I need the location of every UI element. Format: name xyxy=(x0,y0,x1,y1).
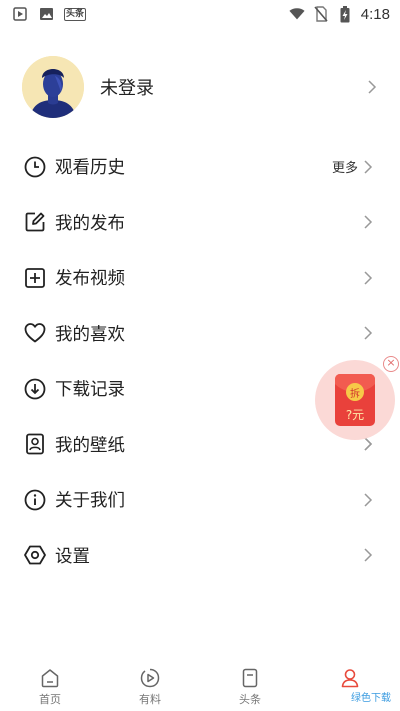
menu-item-arrow xyxy=(362,493,374,507)
home-icon xyxy=(41,669,59,688)
menu-item-label: 设置 xyxy=(55,546,90,567)
red-packet-icon[interactable]: 拆 ?元 xyxy=(335,374,375,426)
no-sim-icon xyxy=(313,6,329,22)
red-packet-float[interactable]: 拆 ?元 × xyxy=(315,354,400,440)
clock-time: 4:18 xyxy=(360,5,390,23)
menu-item-my-posts[interactable]: 我的发布 xyxy=(0,195,400,251)
more-link[interactable]: 更多 xyxy=(332,157,374,176)
avatar[interactable] xyxy=(22,56,84,118)
nav-label: 首页 xyxy=(39,693,61,706)
menu-item-label: 关于我们 xyxy=(55,491,125,512)
info-icon xyxy=(24,489,46,511)
menu-item-about-us[interactable]: 关于我们 xyxy=(0,472,400,528)
wifi-icon xyxy=(289,6,305,22)
menu-item-settings[interactable]: 设置 xyxy=(0,528,400,584)
more-text: 更多 xyxy=(331,161,358,177)
menu-item-arrow xyxy=(362,548,374,562)
menu-item-arrow xyxy=(362,326,374,340)
menu-item-arrow xyxy=(362,271,374,285)
nav-label: 有料 xyxy=(139,693,161,706)
login-status: 未登录 xyxy=(100,78,154,99)
menu-item-arrow xyxy=(362,215,374,229)
menu-item-label: 我的发布 xyxy=(55,213,125,234)
status-right-icons: 4:18 xyxy=(289,5,390,23)
chevron-right-icon xyxy=(364,548,373,562)
chevron-right-icon xyxy=(364,160,373,174)
menu-item-publish-video[interactable]: 发布视频 xyxy=(0,250,400,306)
image-icon xyxy=(38,6,54,22)
red-packet-amount: ?元 xyxy=(345,408,365,422)
menu-item-history[interactable]: 观看历史 更多 xyxy=(0,139,400,195)
nav-label: 头条 xyxy=(239,693,261,706)
settings-icon xyxy=(24,545,46,565)
play-icon xyxy=(12,6,28,22)
close-icon[interactable]: × xyxy=(383,356,399,372)
wallpaper-icon xyxy=(26,433,44,455)
menu-item-label: 我的壁纸 xyxy=(55,435,125,456)
battery-charging-icon xyxy=(337,5,353,22)
chevron-right-icon xyxy=(368,80,377,94)
chevron-right-icon xyxy=(364,493,373,507)
nav-home[interactable]: 首页 xyxy=(0,660,100,711)
menu-item-label: 发布视频 xyxy=(55,269,125,290)
edit-icon xyxy=(25,212,45,232)
clock-icon xyxy=(24,156,46,178)
chevron-right-icon xyxy=(364,215,373,229)
add-square-icon xyxy=(25,267,45,288)
menu-item-label: 观看历史 xyxy=(55,158,125,179)
news-icon: 头条 xyxy=(64,7,87,21)
watermark: 绿色下载 xyxy=(348,688,394,705)
chevron-right-icon xyxy=(364,271,373,285)
menu-item-label: 下载记录 xyxy=(55,380,125,401)
download-icon xyxy=(24,378,46,400)
menu-item-label: 我的喜欢 xyxy=(55,324,125,345)
red-packet-coin: 拆 xyxy=(346,383,364,401)
nav-headlines[interactable]: 头条 xyxy=(200,660,300,711)
status-bar: 头条 4:18 xyxy=(0,0,400,28)
profile-row[interactable]: 未登录 xyxy=(22,55,378,119)
chevron-right-icon xyxy=(364,326,373,340)
menu-item-favorites[interactable]: 我的喜欢 xyxy=(0,306,400,362)
bookmark-icon xyxy=(242,668,258,688)
play-circle-icon xyxy=(140,668,160,688)
heart-icon xyxy=(24,323,46,343)
nav-featured[interactable]: 有料 xyxy=(100,660,200,711)
profile-icon xyxy=(341,669,359,688)
status-left-icons: 头条 xyxy=(12,6,87,22)
bottom-nav: 首页 有料 头条 xyxy=(0,660,400,711)
